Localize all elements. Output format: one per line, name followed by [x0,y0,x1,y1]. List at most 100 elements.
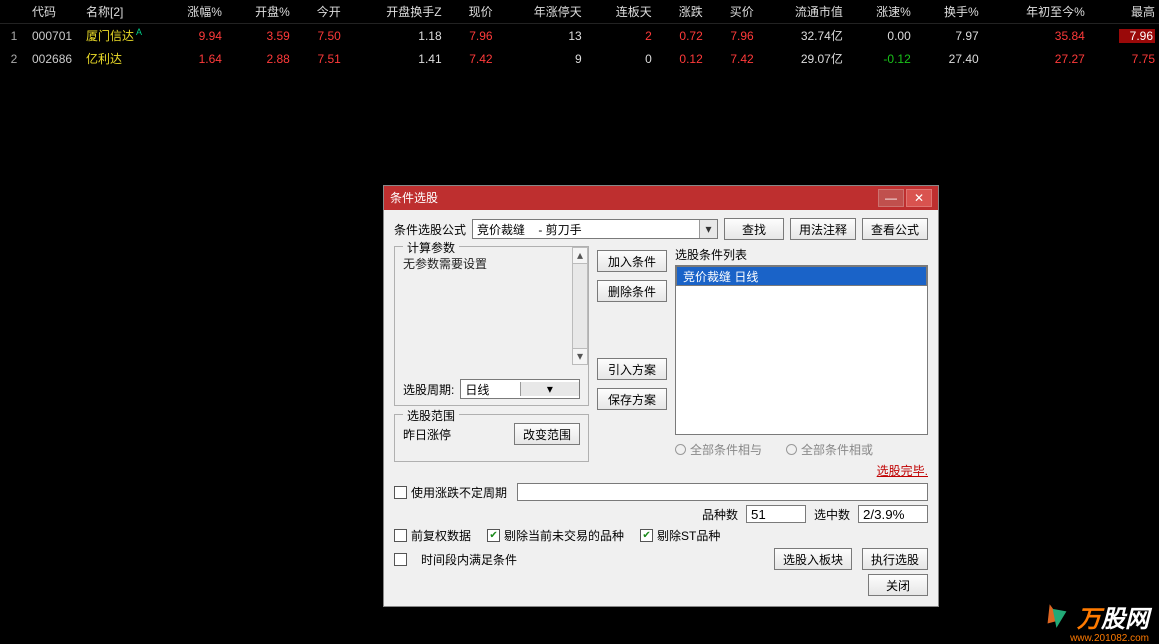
cell: 7.42 [446,47,497,70]
col-header[interactable]: 开盘换手Z [345,0,446,24]
col-header[interactable]: 买价 [707,0,758,24]
cell: 0 [586,47,656,70]
params-group-title: 计算参数 [403,239,459,256]
table-row[interactable]: 2002686亿利达1.642.887.511.417.42900.127.42… [0,47,1159,70]
excl-notrade-checkbox[interactable]: ✔ [487,529,500,542]
chevron-down-icon[interactable]: ▾ [520,382,579,396]
params-scrollbar[interactable]: ▴ ▾ [572,247,588,365]
cell: 1 [0,24,28,48]
cell: 27.27 [983,47,1089,70]
scroll-down-icon[interactable]: ▾ [573,348,587,364]
formula-input[interactable] [473,220,699,238]
cell: 7.97 [915,24,983,48]
find-button[interactable]: 查找 [724,218,784,240]
cell: 9 [497,47,586,70]
to-block-button[interactable]: 选股入板块 [774,548,852,570]
col-header[interactable]: 现价 [446,0,497,24]
condition-select-dialog: 条件选股 — ✕ 条件选股公式 ▾ 查找 用法注释 查看公式 计算参数 无参数需… [383,185,939,607]
col-header[interactable]: 流通市值 [758,0,847,24]
cell: 2 [0,47,28,70]
condition-listbox[interactable]: 竞价裁缝 日线 [675,265,928,435]
add-condition-button[interactable]: 加入条件 [597,250,667,272]
period-select[interactable]: 日线 ▾ [460,379,580,399]
col-header[interactable]: 连板天 [586,0,656,24]
table-row[interactable]: 1000701厦门信达A9.943.597.501.187.961320.727… [0,24,1159,48]
import-plan-button[interactable]: 引入方案 [597,358,667,380]
excl-st-checkbox[interactable]: ✔ [640,529,653,542]
scroll-up-icon[interactable]: ▴ [573,248,587,264]
cell: 7.42 [707,47,758,70]
stock-table: 代码名称[2]涨幅%开盘%今开开盘换手Z现价年涨停天连板天涨跌买价流通市值涨速%… [0,0,1159,70]
range-text: 昨日涨停 [403,426,451,443]
cell: 7.96 [707,24,758,48]
col-header[interactable]: 涨速% [847,0,915,24]
fq-label: 前复权数据 [411,527,471,544]
condition-list-label: 选股条件列表 [675,246,928,263]
period-value: 日线 [461,381,519,398]
cell: 13 [497,24,586,48]
formula-label: 条件选股公式 [394,221,466,238]
excl-st-label: 剔除ST品种 [657,527,720,544]
usage-button[interactable]: 用法注释 [790,218,856,240]
close-button[interactable]: 关闭 [868,574,928,596]
selected-count-label: 选中数 [814,506,850,523]
change-range-button[interactable]: 改变范围 [514,423,580,445]
close-icon[interactable]: ✕ [906,189,932,207]
cell: 27.40 [915,47,983,70]
cell: 3.59 [226,24,294,48]
list-item[interactable]: 竞价裁缝 日线 [676,266,927,286]
params-group: 计算参数 无参数需要设置 ▴ ▾ 选股周期: 日线 ▾ [394,246,589,406]
col-header[interactable]: 名称[2] [82,0,158,24]
col-header[interactable]: 涨幅% [158,0,226,24]
selection-done-link[interactable]: 选股完毕. [675,462,928,479]
save-plan-button[interactable]: 保存方案 [597,388,667,410]
dialog-title: 条件选股 [390,186,438,210]
col-header[interactable]: 涨跌 [656,0,707,24]
cell: 7.51 [294,47,345,70]
var-period-input[interactable] [517,483,928,501]
in-period-checkbox[interactable] [394,553,407,566]
col-header[interactable]: 年初至今% [983,0,1089,24]
cell: 7.75 [1089,47,1159,70]
col-header[interactable]: 年涨停天 [497,0,586,24]
var-period-label: 使用涨跌不定周期 [411,484,507,501]
table-header-row: 代码名称[2]涨幅%开盘%今开开盘换手Z现价年涨停天连板天涨跌买价流通市值涨速%… [0,0,1159,24]
cell: 29.07亿 [758,47,847,70]
cell: 7.96 [1089,24,1159,48]
excl-notrade-label: 剔除当前未交易的品种 [504,527,624,544]
cell: 35.84 [983,24,1089,48]
watermark: 万股网 www.201082.com [1041,599,1149,634]
run-select-button[interactable]: 执行选股 [862,548,928,570]
delete-condition-button[interactable]: 删除条件 [597,280,667,302]
cell: 厦门信达A [82,24,158,48]
in-period-label: 时间段内满足条件 [421,551,517,568]
cell: 亿利达 [82,47,158,70]
col-header[interactable]: 开盘% [226,0,294,24]
cell: 2.88 [226,47,294,70]
cell: 0.00 [847,24,915,48]
variety-count-label: 品种数 [702,506,738,523]
radio-or[interactable]: 全部条件相或 [786,441,873,458]
cell: -0.12 [847,47,915,70]
cell: 7.96 [446,24,497,48]
var-period-checkbox[interactable] [394,486,407,499]
col-header[interactable]: 换手% [915,0,983,24]
minimize-button[interactable]: — [878,189,904,207]
range-group-title: 选股范围 [403,407,459,424]
radio-and[interactable]: 全部条件相与 [675,441,762,458]
period-label: 选股周期: [403,381,454,398]
formula-combo[interactable]: ▾ [472,219,718,239]
cell: 1.41 [345,47,446,70]
view-formula-button[interactable]: 查看公式 [862,218,928,240]
dialog-titlebar[interactable]: 条件选股 — ✕ [384,186,938,210]
cell: 9.94 [158,24,226,48]
col-header[interactable]: 最高 [1089,0,1159,24]
col-header[interactable]: 代码 [28,0,82,24]
variety-count-field [746,505,806,523]
cell: 32.74亿 [758,24,847,48]
col-header[interactable]: 今开 [294,0,345,24]
col-header[interactable] [0,0,28,24]
cell: 7.50 [294,24,345,48]
fq-checkbox[interactable] [394,529,407,542]
chevron-down-icon[interactable]: ▾ [699,220,717,238]
